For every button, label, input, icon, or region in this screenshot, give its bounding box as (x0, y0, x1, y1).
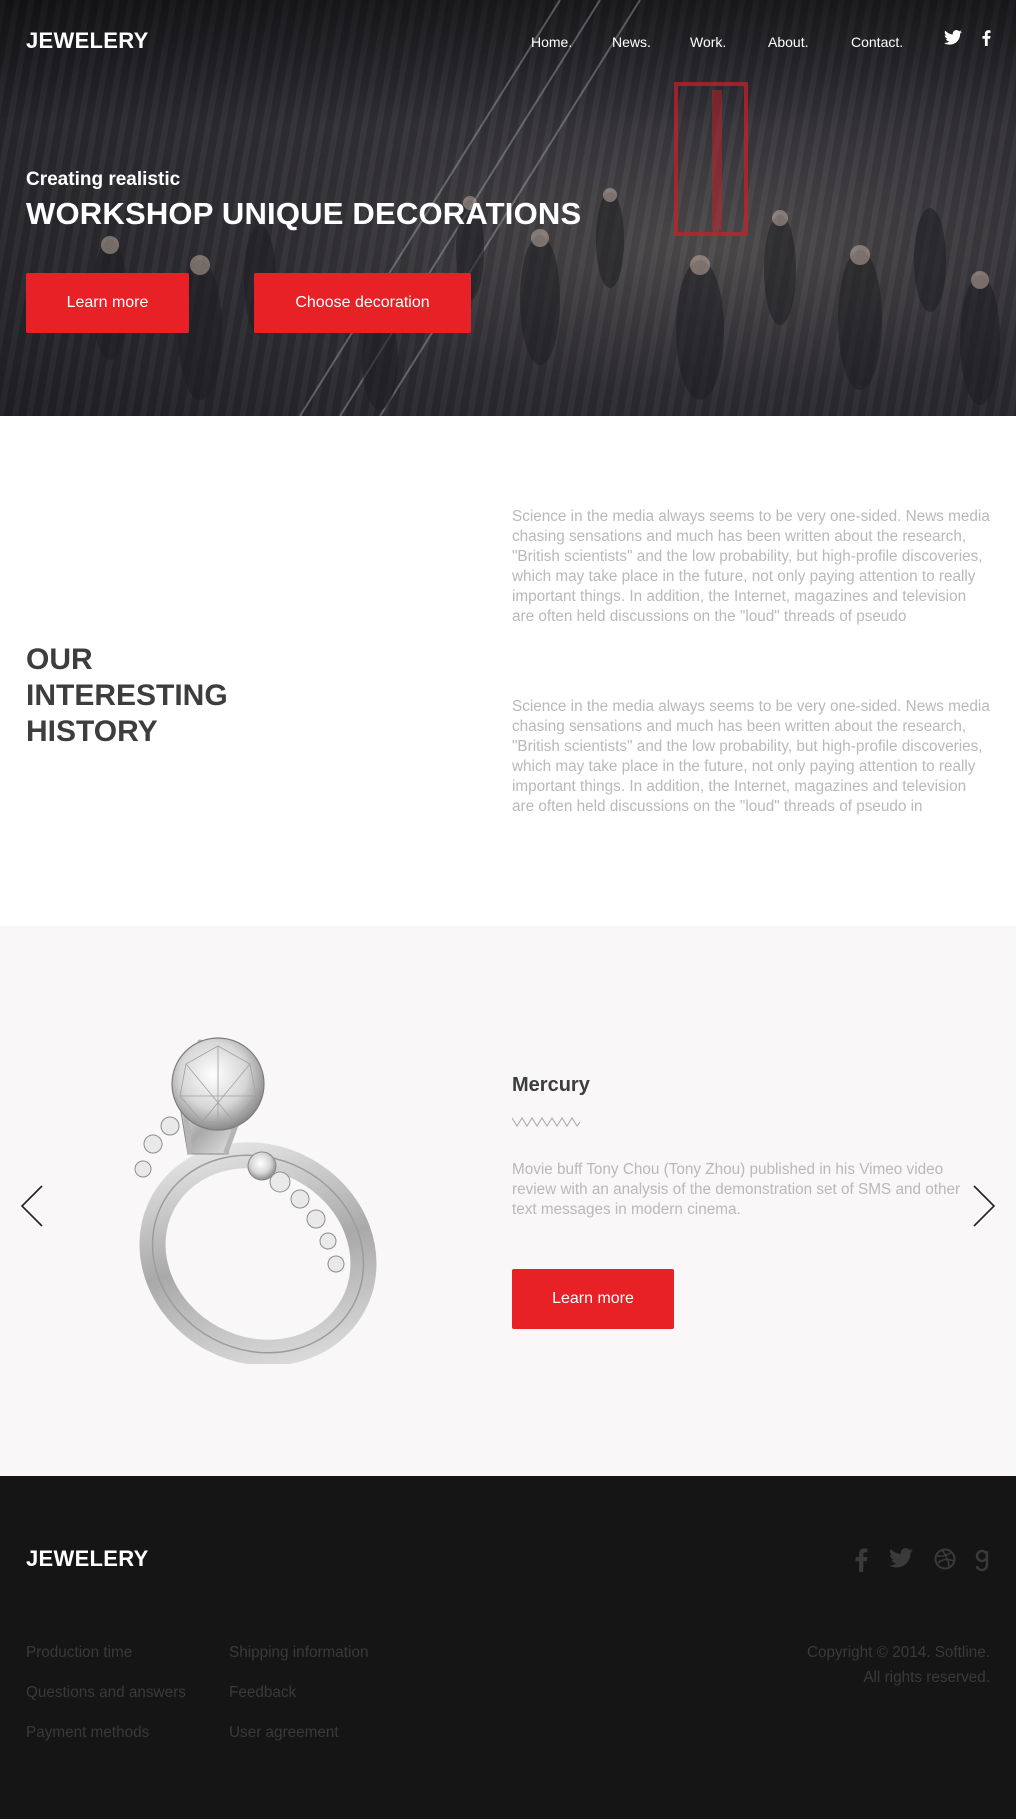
history-title: OUR INTERESTING HISTORY (26, 642, 286, 750)
product-description: Movie buff Tony Chou (Tony Zhou) publish… (512, 1161, 961, 1218)
footer-logo[interactable]: JEWELERY (26, 1546, 149, 1572)
nav-item-contact[interactable]: Contact. (851, 34, 903, 50)
facebook-icon[interactable] (982, 30, 991, 50)
google-icon[interactable] (975, 1548, 989, 1574)
chevron-left-icon[interactable] (20, 1184, 44, 1233)
footer-link-questions[interactable]: Questions and answers (26, 1684, 186, 1702)
hero-section: JEWELERY Home. News. Work. About. Contac… (0, 0, 1016, 416)
main-nav: Home. News. Work. About. Contact. (0, 34, 1016, 54)
diamond-ring-image (134, 1037, 377, 1364)
history-title-line: INTERESTING (26, 679, 228, 712)
nav-item-home[interactable]: Home. (531, 34, 572, 50)
choose-decoration-button[interactable]: Choose decoration (254, 273, 471, 333)
history-paragraph: Science in the media always seems to be … (512, 508, 990, 625)
product-slider: Mercury Movie buff Tony Chou (Tony Zhou)… (0, 926, 1016, 1476)
history-title-line: OUR (26, 643, 93, 676)
facebook-icon[interactable] (855, 1548, 868, 1574)
footer-link-payment-methods[interactable]: Payment methods (26, 1724, 149, 1742)
twitter-icon[interactable] (944, 30, 962, 50)
footer-link-shipping[interactable]: Shipping information (229, 1644, 368, 1662)
footer-link-production-time[interactable]: Production time (26, 1644, 132, 1662)
copyright-text: Copyright © 2014. Softline. (806, 1644, 990, 1661)
nav-item-news[interactable]: News. (612, 34, 651, 50)
hero-tagline: Creating realistic (26, 169, 181, 190)
product-title: Mercury (512, 1074, 590, 1096)
product-learn-more-button[interactable]: Learn more (512, 1269, 674, 1329)
hero-headline: WORKSHOP UNIQUE DECORATIONS (26, 196, 582, 231)
twitter-icon[interactable] (889, 1548, 913, 1574)
nav-item-about[interactable]: About. (768, 34, 808, 50)
history-section: OUR INTERESTING HISTORY Science in the m… (0, 416, 1016, 926)
zigzag-divider (511, 1115, 581, 1133)
history-title-line: HISTORY (26, 715, 158, 748)
site-footer: JEWELERY Production time Questions and a… (0, 1476, 1016, 1819)
rights-text: All rights reserved. (863, 1669, 990, 1686)
dribbble-icon[interactable] (934, 1548, 956, 1574)
footer-link-feedback[interactable]: Feedback (229, 1684, 296, 1702)
history-paragraph: Science in the media always seems to be … (512, 698, 990, 815)
nav-item-work[interactable]: Work. (690, 34, 726, 50)
hero-learn-more-button[interactable]: Learn more (26, 273, 189, 333)
chevron-right-icon[interactable] (972, 1184, 996, 1233)
footer-link-user-agreement[interactable]: User agreement (229, 1724, 339, 1742)
